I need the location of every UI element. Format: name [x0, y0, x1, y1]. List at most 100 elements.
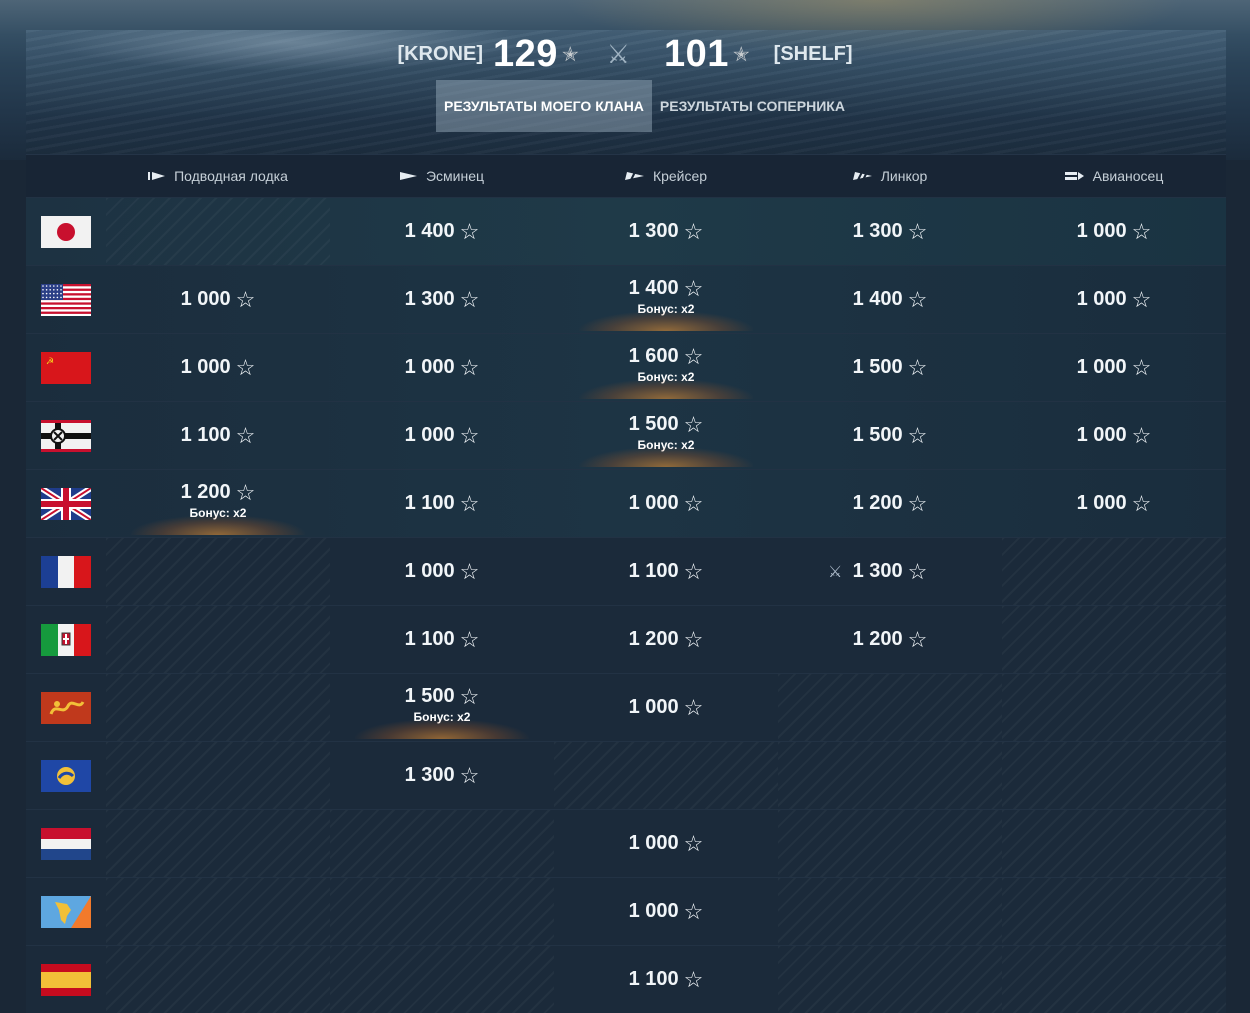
europe-flag-icon	[41, 759, 91, 792]
empty-cell	[778, 878, 1002, 945]
empty-cell	[106, 810, 330, 877]
score-cell: 1 500 ☆ Бонус: x2	[330, 674, 554, 741]
pan-asia-flag-icon	[41, 691, 91, 724]
ussr-flag-icon: ☭	[41, 351, 91, 384]
score-value: 1 300 ☆	[405, 288, 480, 311]
results-table: Подводная лодка Эсминец Крейсер Линкор А…	[26, 154, 1226, 1013]
score-value: 1 500 ☆	[629, 413, 704, 436]
score-value: 1 100 ☆	[405, 628, 480, 651]
star-medal-icon: ✭	[561, 43, 579, 66]
score-text: 1 000	[1076, 492, 1127, 514]
star-icon: ☆	[1131, 490, 1152, 516]
score-value: 1 200 ☆	[853, 492, 928, 515]
score-value: 1 500 ☆	[405, 685, 480, 708]
nation-flag-cell	[26, 538, 106, 605]
score-value: 1 000 ☆	[181, 356, 256, 379]
star-icon: ☆	[907, 422, 928, 448]
column-label: Подводная лодка	[174, 168, 288, 184]
table-row: 1 000 ☆	[26, 809, 1226, 877]
score-cell: 1 300 ☆	[778, 198, 1002, 265]
score-cell: 1 200 ☆	[554, 606, 778, 673]
empty-cell	[1002, 742, 1226, 809]
empty-cell	[330, 878, 554, 945]
star-icon: ☆	[459, 490, 480, 516]
score-value: 1 200 ☆	[181, 481, 256, 504]
score-value: 1 300 ☆	[629, 220, 704, 243]
score-cell: 1 300 ☆	[330, 266, 554, 333]
star-icon: ☆	[1131, 354, 1152, 380]
table-row: ☭ 1 000 ☆ 1 000 ☆ 1 600 ☆ Бонус: x2 1 500 ☆ 1 000 ☆	[26, 333, 1226, 401]
score-text: 1 500	[852, 424, 903, 446]
score-text: 1 000	[1076, 220, 1127, 242]
score-cell: 1 000 ☆	[1002, 334, 1226, 401]
tab-my-clan-results[interactable]: РЕЗУЛЬТАТЫ МОЕГО КЛАНА	[436, 80, 652, 132]
bonus-label: Бонус: x2	[637, 370, 695, 384]
score-value: 1 000 ☆	[405, 560, 480, 583]
tab-opponent-results[interactable]: РЕЗУЛЬТАТЫ СОПЕРНИКА	[652, 80, 853, 132]
score-cell: 1 200 ☆ Бонус: x2	[106, 470, 330, 537]
empty-cell	[330, 946, 554, 1013]
star-icon: ☆	[683, 898, 704, 924]
left-clan: [KRONE] 129 ✭	[397, 33, 588, 76]
star-icon: ☆	[459, 422, 480, 448]
score-bar: [KRONE] 129 ✭ ⚔ 101 ✭ [SHELF]	[0, 32, 1250, 76]
score-cell: 1 500 ☆	[778, 402, 1002, 469]
star-icon: ☆	[683, 626, 704, 652]
pan-america-flag-icon	[41, 895, 91, 928]
nation-flag-cell	[26, 742, 106, 809]
score-text: 1 100	[628, 968, 679, 990]
score-text: 1 300	[852, 560, 903, 582]
table-row: 1 100 ☆	[26, 945, 1226, 1013]
score-text: 1 000	[404, 560, 455, 582]
empty-cell	[106, 946, 330, 1013]
score-text: 1 000	[404, 424, 455, 446]
right-clan-tag: [SHELF]	[773, 42, 853, 65]
score-cell: 1 500 ☆ Бонус: x2	[554, 402, 778, 469]
column-destroyer: Эсминец	[330, 155, 554, 197]
left-clan-score: 129	[493, 32, 558, 75]
star-icon: ☆	[683, 490, 704, 516]
table-row: 1 300 ☆	[26, 741, 1226, 809]
score-cell: 1 600 ☆ Бонус: x2	[554, 334, 778, 401]
header-flag-spacer	[26, 155, 106, 197]
right-clan-score: 101	[663, 32, 729, 75]
score-text: 1 000	[628, 832, 679, 854]
empty-cell	[1002, 810, 1226, 877]
score-cell: 1 100 ☆	[106, 402, 330, 469]
score-text: 1 200	[852, 628, 903, 650]
score-cell: 1 200 ☆	[778, 606, 1002, 673]
score-value: 1 000 ☆	[1077, 220, 1152, 243]
table-row: 1 200 ☆ Бонус: x2 1 100 ☆ 1 000 ☆ 1 200 ☆ 1 000 ☆	[26, 469, 1226, 537]
score-value: 1 000 ☆	[1077, 492, 1152, 515]
nation-flag-cell	[26, 878, 106, 945]
france-flag-icon	[41, 555, 91, 588]
italy-flag-icon	[41, 623, 91, 656]
score-cell: 1 000 ☆	[554, 878, 778, 945]
column-battleship: Линкор	[778, 155, 1002, 197]
score-text: 1 100	[628, 560, 679, 582]
star-icon: ☆	[907, 490, 928, 516]
score-text: 1 400	[628, 277, 679, 299]
star-icon: ☆	[459, 354, 480, 380]
score-text: 1 000	[404, 356, 455, 378]
score-value: 1 100 ☆	[629, 560, 704, 583]
score-cell: 1 000 ☆	[554, 810, 778, 877]
star-medal-icon: ✭	[732, 43, 750, 66]
empty-cell	[778, 946, 1002, 1013]
star-icon: ☆	[683, 966, 704, 992]
score-value: 1 300 ☆	[853, 560, 928, 583]
score-value: 1 000 ☆	[1077, 356, 1152, 379]
score-text: 1 500	[628, 413, 679, 435]
germany-flag-icon	[41, 419, 91, 452]
score-cell: 1 000 ☆	[330, 538, 554, 605]
star-icon: ☆	[907, 558, 928, 584]
score-text: 1 000	[628, 900, 679, 922]
score-cell: 1 000 ☆	[106, 266, 330, 333]
score-value: 1 400 ☆	[629, 277, 704, 300]
column-label: Линкор	[880, 168, 928, 184]
crossed-swords-icon: ⚔	[828, 563, 843, 581]
score-value: 1 000 ☆	[629, 832, 704, 855]
star-icon: ☆	[235, 354, 256, 380]
empty-cell	[554, 742, 778, 809]
column-submarine: Подводная лодка	[106, 155, 330, 197]
